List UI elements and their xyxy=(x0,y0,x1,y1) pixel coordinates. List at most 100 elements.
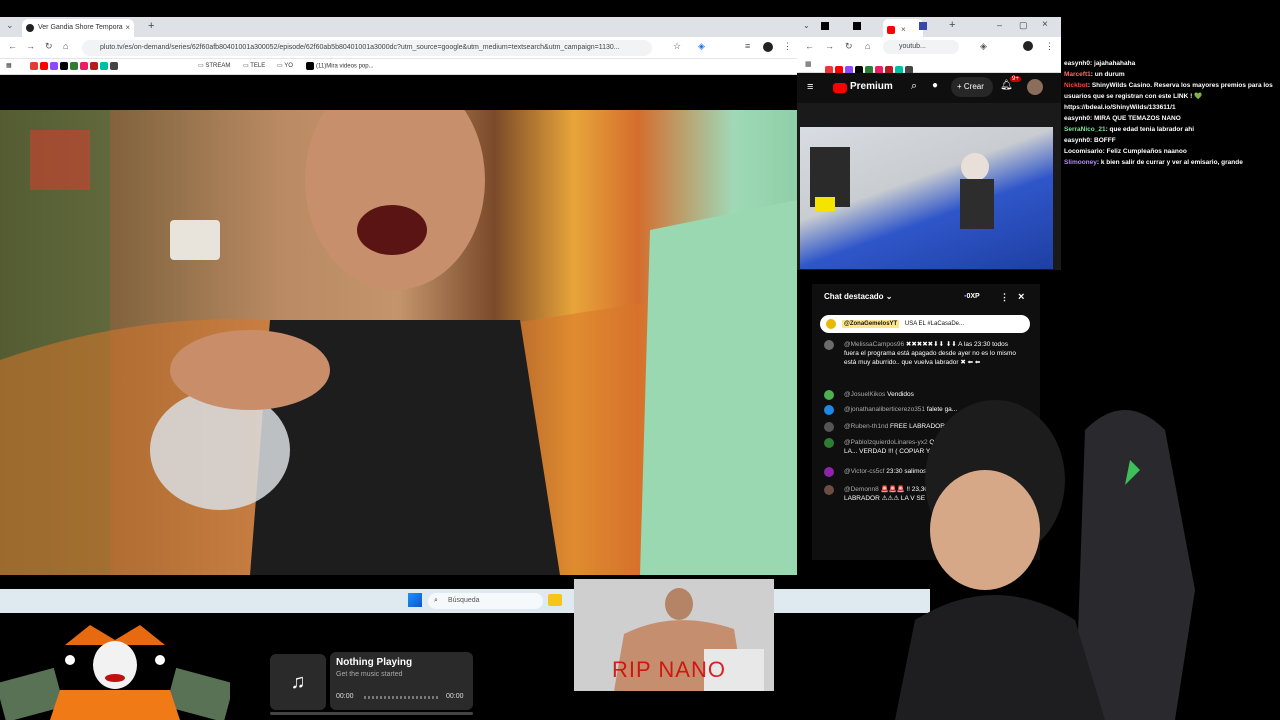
close-window-icon[interactable]: × xyxy=(1042,19,1048,30)
file-explorer-icon[interactable] xyxy=(548,594,562,606)
bookmark-videos[interactable]: (11)Mira videos pop... xyxy=(306,62,374,70)
joker-mascot xyxy=(0,625,230,720)
hamburger-menu-icon[interactable]: ≡ xyxy=(807,81,813,93)
tab-pluto[interactable]: Ver Gandia Shore Tempora × xyxy=(22,19,134,37)
streamer-webcam xyxy=(895,400,1195,720)
twitch-chat-line: easynh0: BOFFF xyxy=(1064,137,1116,144)
twitch-chat-line: Nickbot: ShinyWilds Casino. Reserva los … xyxy=(1064,82,1273,111)
chat-avatar xyxy=(824,467,834,477)
more-icon[interactable]: ⋮ xyxy=(783,41,792,52)
home-icon[interactable]: ⌂ xyxy=(865,41,870,51)
extension-icon[interactable]: ◈ xyxy=(980,41,987,52)
back-icon[interactable]: ← xyxy=(805,41,814,51)
profile-avatar[interactable] xyxy=(763,42,773,52)
new-tab-icon[interactable]: + xyxy=(949,19,955,31)
taskbar-search[interactable]: ⌕ Búsqueda xyxy=(428,593,543,609)
twitch-chat-line: easynh0: jajahahahaha xyxy=(1064,60,1136,67)
premium-label: Premium xyxy=(850,81,893,92)
star-icon[interactable]: ☆ xyxy=(673,41,681,52)
twitch-username[interactable]: easynh0 xyxy=(1064,137,1090,144)
url-field[interactable]: pluto.tv/es/on-demand/series/62f60afb804… xyxy=(82,40,652,56)
bookmark-tele[interactable]: ▭ TELE xyxy=(243,62,265,69)
bookmarks-bar: ▦ ▭ STREAM ▭ TELE ▭ YO (11)Mira videos p… xyxy=(0,59,797,75)
tab-title: Ver Gandia Shore Tempora xyxy=(38,24,123,31)
music-note-icon: ♫ xyxy=(270,654,326,710)
more-options-icon[interactable]: ⋮ xyxy=(1000,284,1009,310)
twitch-username[interactable]: Marceft1 xyxy=(1064,71,1091,78)
twitch-message: jajahahahaha xyxy=(1094,60,1136,67)
twitch-message: un durum xyxy=(1094,71,1125,78)
video-player[interactable] xyxy=(0,110,797,575)
minimize-icon[interactable]: – xyxy=(997,20,1002,30)
right-browser-window: ⌄ × + – ▢ × ← → ↻ ⌂ youtub... ◈ ⋮ ▦ ≡ Pr… xyxy=(797,17,1061,270)
chat-avatar xyxy=(824,485,834,495)
rip-overlay-image: RIP NANO xyxy=(574,579,774,691)
home-icon[interactable]: ⌂ xyxy=(63,41,68,51)
tab-youtube[interactable]: × xyxy=(883,19,923,37)
pluto-favicon-icon xyxy=(26,24,34,32)
close-tab-icon[interactable]: × xyxy=(125,19,130,37)
twitch-username[interactable]: Slimooney xyxy=(1064,159,1097,166)
search-icon[interactable]: ⌕ xyxy=(911,80,917,93)
bookmark-yo[interactable]: ▭ YO xyxy=(277,62,293,69)
reload-icon[interactable]: ↻ xyxy=(845,41,853,52)
chat-username[interactable]: @MelissaCampos96 xyxy=(844,341,904,348)
twitch-username[interactable]: SerraNico_21 xyxy=(1064,126,1106,133)
twitch-message: Feliz Cumpleaños naanoo xyxy=(1106,148,1187,155)
left-address-bar-row: ← → ↻ ⌂ pluto.tv/es/on-demand/series/62f… xyxy=(0,37,797,59)
notification-badge: 9+ xyxy=(1010,76,1021,82)
time-end: 00:00 xyxy=(446,693,464,700)
menu-icon[interactable]: ≡ xyxy=(745,41,750,51)
mic-icon[interactable]: ● xyxy=(932,80,938,91)
pinned-text: USA EL #LaCasaDe... xyxy=(904,321,965,327)
twitch-username[interactable]: Locomisario xyxy=(1064,148,1103,155)
music-seek-bar[interactable] xyxy=(270,712,473,715)
left-browser-window: ⌄ Ver Gandia Shore Tempora × + ← → ↻ ⌂ p… xyxy=(0,17,797,588)
twitch-message: BOFFF xyxy=(1094,137,1116,144)
forward-icon[interactable]: → xyxy=(825,41,834,51)
youtube-video-thumbnail[interactable] xyxy=(800,127,1053,269)
music-progress-bar[interactable] xyxy=(364,696,440,699)
bookmark-stream[interactable]: ▭ STREAM xyxy=(198,62,230,69)
extension-icon[interactable]: ◈ xyxy=(698,41,705,52)
twitch-username[interactable]: Nickbot xyxy=(1064,82,1088,89)
maximize-icon[interactable]: ▢ xyxy=(1019,20,1028,31)
right-bookmarks-bar: ▦ xyxy=(797,57,1061,74)
url-field[interactable]: youtub... xyxy=(883,40,959,54)
pinned-avatar xyxy=(826,319,836,329)
youtube-header: ≡ Premium ⌕ ● + Crear 🔔︎ 9+ xyxy=(797,73,1061,103)
close-icon[interactable]: × xyxy=(1018,284,1024,310)
chat-avatar xyxy=(824,390,834,400)
pinned-message[interactable]: @ZonaGemelosYT USA EL #LaCasaDe... xyxy=(820,315,1030,333)
reload-icon[interactable]: ↻ xyxy=(45,41,53,52)
forward-icon[interactable]: → xyxy=(26,41,35,51)
chat-avatar xyxy=(824,438,834,448)
twitch-username[interactable]: easynh0 xyxy=(1064,115,1090,122)
points-badge: ▪0XP xyxy=(964,293,980,300)
right-tab-bar: ⌄ × + – ▢ × xyxy=(797,17,1061,37)
twitch-message: MIRA QUE TEMAZOS NANO xyxy=(1094,115,1181,122)
create-button[interactable]: + Crear xyxy=(951,77,993,97)
twitch-message: k bien salir de currar y ver al emisario… xyxy=(1100,159,1243,166)
chat-title[interactable]: Chat destacado xyxy=(824,292,884,301)
apps-grid-icon[interactable]: ▦ xyxy=(6,62,12,69)
windows-start-icon[interactable] xyxy=(408,593,422,607)
chat-avatar xyxy=(824,405,834,415)
time-start: 00:00 xyxy=(336,693,354,700)
twitch-chat-line: SerraNico_21: que edad tenia labrador ah… xyxy=(1064,126,1195,133)
more-icon[interactable]: ⋮ xyxy=(1045,41,1054,52)
account-avatar[interactable] xyxy=(1027,79,1043,95)
back-icon[interactable]: ← xyxy=(8,41,17,51)
rip-text: RIP NANO xyxy=(612,657,726,682)
chat-avatar xyxy=(824,340,834,350)
new-tab-icon[interactable]: + xyxy=(148,20,154,32)
tab-list-icon[interactable]: ⌄ xyxy=(6,20,14,31)
twitch-chat-line: easynh0: MIRA QUE TEMAZOS NANO xyxy=(1064,115,1181,122)
pinned-user: @ZonaGemelosYT xyxy=(842,320,900,328)
music-widget: Nothing Playing Get the music started 00… xyxy=(330,652,473,710)
twitch-username[interactable]: easynh0 xyxy=(1064,60,1090,67)
chevron-down-icon[interactable]: ⌄ xyxy=(884,292,893,301)
profile-avatar[interactable] xyxy=(1023,41,1033,51)
chat-header: Chat destacado ⌄ ▪0XP ⋮ × xyxy=(812,284,1040,310)
youtube-logo-icon[interactable] xyxy=(833,83,847,93)
